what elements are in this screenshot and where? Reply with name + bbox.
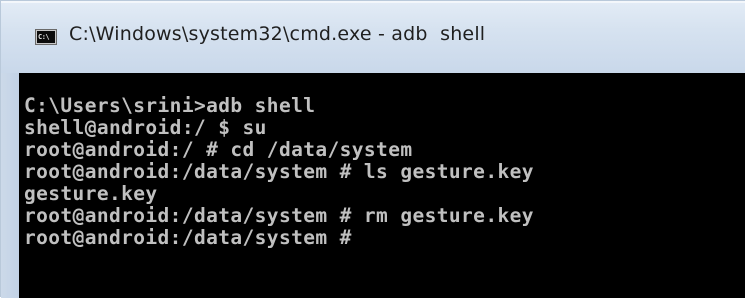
console-line: root@android:/data/system # ls gesture.k… — [24, 160, 534, 183]
console-line: root@android:/ # cd /data/system — [24, 138, 413, 161]
window-title: C:\Windows\system32\cmd.exe - adb shell — [69, 23, 486, 45]
title-bar-highlight — [1, 1, 745, 3]
cmd-icon[interactable]: C:\ — [35, 29, 57, 45]
console-line: gesture.key — [24, 182, 158, 205]
title-bar[interactable]: C:\ C:\Windows\system32\cmd.exe - adb sh… — [1, 1, 745, 73]
console-line: root@android:/data/system # — [24, 226, 352, 249]
console-line: root@android:/data/system # rm gesture.k… — [24, 204, 534, 227]
console-line: shell@android:/ $ su — [24, 116, 267, 139]
window-left-border — [1, 73, 19, 298]
console-output[interactable]: C:\Users\srini>adb shell shell@android:/… — [19, 73, 745, 298]
cmd-icon-label: C:\ — [38, 33, 50, 41]
console-line: C:\Users\srini>adb shell — [24, 94, 316, 117]
cmd-window: C:\ C:\Windows\system32\cmd.exe - adb sh… — [0, 0, 745, 298]
console-lines: C:\Users\srini>adb shell shell@android:/… — [24, 95, 534, 249]
